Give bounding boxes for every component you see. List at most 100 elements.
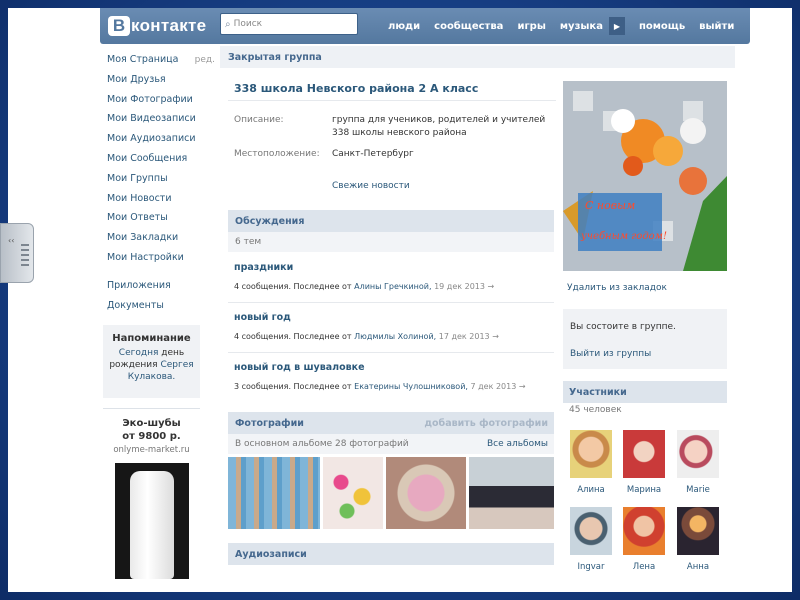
menu-separator — [107, 272, 215, 280]
member-name[interactable]: Лена — [618, 562, 670, 572]
logo-letter: В — [108, 16, 130, 36]
sidebar-item-photos[interactable]: Мои Фотографии — [107, 94, 215, 114]
all-albums-link[interactable]: Все альбомы — [487, 439, 548, 449]
photo-thumbnail[interactable] — [228, 457, 320, 529]
sidebar-item-settings[interactable]: Мои Настройки — [107, 252, 215, 272]
sidebar-item-videos[interactable]: Мои Видеозаписи — [107, 113, 215, 133]
topic-date: 19 дек 2013 — [434, 282, 485, 291]
ad-site: onlyme-market.ru — [113, 445, 190, 455]
topic-date: 17 дек 2013 — [438, 332, 490, 341]
reminder-name-link[interactable]: Сергея — [160, 360, 193, 370]
topic-date: 7 дек 2013 — [470, 382, 517, 391]
ad-image[interactable] — [114, 463, 189, 579]
discussions-header[interactable]: Обсуждения — [228, 210, 554, 232]
topic-meta: 4 сообщения. Последнее от Людмилы Холино… — [234, 332, 554, 341]
sidebar-item-answers[interactable]: Мои Ответы — [107, 212, 215, 232]
member-card[interactable]: Марина — [618, 430, 670, 495]
remove-bookmark-link[interactable]: Удалить из закладок — [567, 283, 667, 293]
album-info: В основном альбоме 28 фотографий — [235, 439, 409, 449]
add-photos-link[interactable]: добавить фотографии — [424, 418, 548, 429]
photo-thumbnail[interactable] — [323, 457, 383, 529]
member-name[interactable]: Marie — [672, 485, 724, 495]
photo-thumbnail[interactable] — [469, 457, 554, 529]
nav-music[interactable]: музыка — [560, 21, 603, 32]
edit-link[interactable]: ред. — [195, 54, 215, 66]
ad-title-line: Эко-шубы — [122, 418, 181, 429]
members-header[interactable]: Участники — [563, 381, 727, 403]
divider — [228, 100, 556, 101]
topic-meta-text: 4 сообщения. Последнее от — [234, 332, 352, 341]
group-info: Описание: группа для учеников, родителей… — [234, 114, 554, 169]
arrow-right-icon[interactable]: → — [519, 382, 526, 391]
nav-communities[interactable]: сообщества — [434, 21, 503, 32]
topic-author-link[interactable]: Людмилы Холиной, — [354, 332, 436, 341]
avatar[interactable] — [570, 507, 612, 555]
logo-text: контакте — [131, 16, 207, 35]
vk-logo[interactable]: В контакте — [108, 15, 206, 37]
ad-block[interactable]: Эко-шубы от 9800 р. onlyme-market.ru — [103, 408, 200, 579]
ad-title: Эко-шубы от 9800 р. — [103, 417, 200, 443]
discussion-topic[interactable]: праздники 4 сообщения. Последнее от Алин… — [234, 262, 554, 291]
leave-group-link[interactable]: Выйти из группы — [570, 349, 651, 359]
photo-thumbnail[interactable] — [386, 457, 466, 529]
side-scroll-widget[interactable]: ‹‹ — [0, 223, 34, 283]
topic-meta-text: 4 сообщения. Последнее от — [234, 282, 352, 291]
topic-title[interactable]: новый год — [234, 312, 554, 323]
avatar[interactable] — [623, 507, 665, 555]
sidebar-item-groups[interactable]: Мои Группы — [107, 173, 215, 193]
sidebar-item-documents[interactable]: Документы — [107, 300, 215, 320]
topic-meta: 4 сообщения. Последнее от Алины Гречкино… — [234, 282, 554, 291]
sidebar-item-audio[interactable]: Мои Аудиозаписи — [107, 133, 215, 153]
group-avatar[interactable]: С новым учебным годом! — [563, 81, 727, 271]
members-count: 45 человек — [569, 405, 622, 415]
sidebar-item-bookmarks[interactable]: Мои Закладки — [107, 232, 215, 252]
play-icon[interactable]: ▶ — [608, 17, 625, 35]
divider — [228, 352, 554, 353]
nav-logout[interactable]: выйти — [699, 21, 734, 32]
group-type-header: Закрытая группа — [220, 46, 735, 68]
member-name[interactable]: Марина — [618, 485, 670, 495]
sidebar-item-messages[interactable]: Мои Сообщения — [107, 153, 215, 173]
topic-author-link[interactable]: Алины Гречкиной, — [354, 282, 431, 291]
reminder-today-link[interactable]: Сегодня — [119, 348, 159, 358]
search-input[interactable]: ⌕ Поиск — [220, 13, 358, 35]
member-card[interactable]: Ingvar — [565, 507, 617, 572]
description-value: группа для учеников, родителей и учителе… — [332, 115, 546, 138]
arrow-right-icon[interactable]: → — [488, 282, 495, 291]
avatar[interactable] — [570, 430, 612, 478]
topic-title[interactable]: новый год в шуваловке — [234, 362, 554, 373]
sidebar-item-apps[interactable]: Приложения — [107, 280, 215, 300]
member-name[interactable]: Ingvar — [565, 562, 617, 572]
avatar[interactable] — [623, 430, 665, 478]
discussion-topic[interactable]: новый год в шуваловке 3 сообщения. После… — [234, 362, 554, 391]
member-card[interactable]: Анна — [672, 507, 724, 572]
topic-title[interactable]: праздники — [234, 262, 554, 273]
image-caption: С новым — [585, 199, 635, 212]
search-icon: ⌕ — [225, 18, 231, 30]
news-link[interactable]: Свежие новости — [332, 181, 410, 191]
discussions-count: 6 тем — [235, 237, 262, 247]
nav-games[interactable]: игры — [517, 21, 545, 32]
discussion-topic[interactable]: новый год 4 сообщения. Последнее от Людм… — [234, 312, 554, 341]
avatar[interactable] — [677, 507, 719, 555]
nav-people[interactable]: люди — [388, 21, 420, 32]
sidebar-item-friends[interactable]: Мои Друзья — [107, 74, 215, 94]
nav-help[interactable]: помощь — [639, 21, 685, 32]
top-nav: люди сообщества игры музыка ▶ помощь вый… — [388, 8, 748, 44]
member-card[interactable]: Алина — [565, 430, 617, 495]
search-placeholder: Поиск — [233, 19, 263, 29]
member-card[interactable]: Лена — [618, 507, 670, 572]
topic-author-link[interactable]: Екатерины Чулошниковой, — [354, 382, 468, 391]
topic-meta-text: 3 сообщения. Последнее от — [234, 382, 352, 391]
member-card[interactable]: Marie — [672, 430, 724, 495]
member-name[interactable]: Алина — [565, 485, 617, 495]
reminder-name-link[interactable]: Кулакова. — [128, 372, 176, 382]
avatar[interactable] — [677, 430, 719, 478]
sidebar-item-my-page[interactable]: Моя Страница ред. — [107, 54, 215, 74]
sidebar-item-news[interactable]: Мои Новости — [107, 193, 215, 213]
audio-header[interactable]: Аудиозаписи — [228, 543, 554, 565]
member-name[interactable]: Анна — [672, 562, 724, 572]
ad-title-line: от 9800 р. — [122, 431, 181, 442]
arrow-right-icon[interactable]: → — [492, 332, 499, 341]
photos-header[interactable]: Фотографии добавить фотографии — [228, 412, 554, 434]
